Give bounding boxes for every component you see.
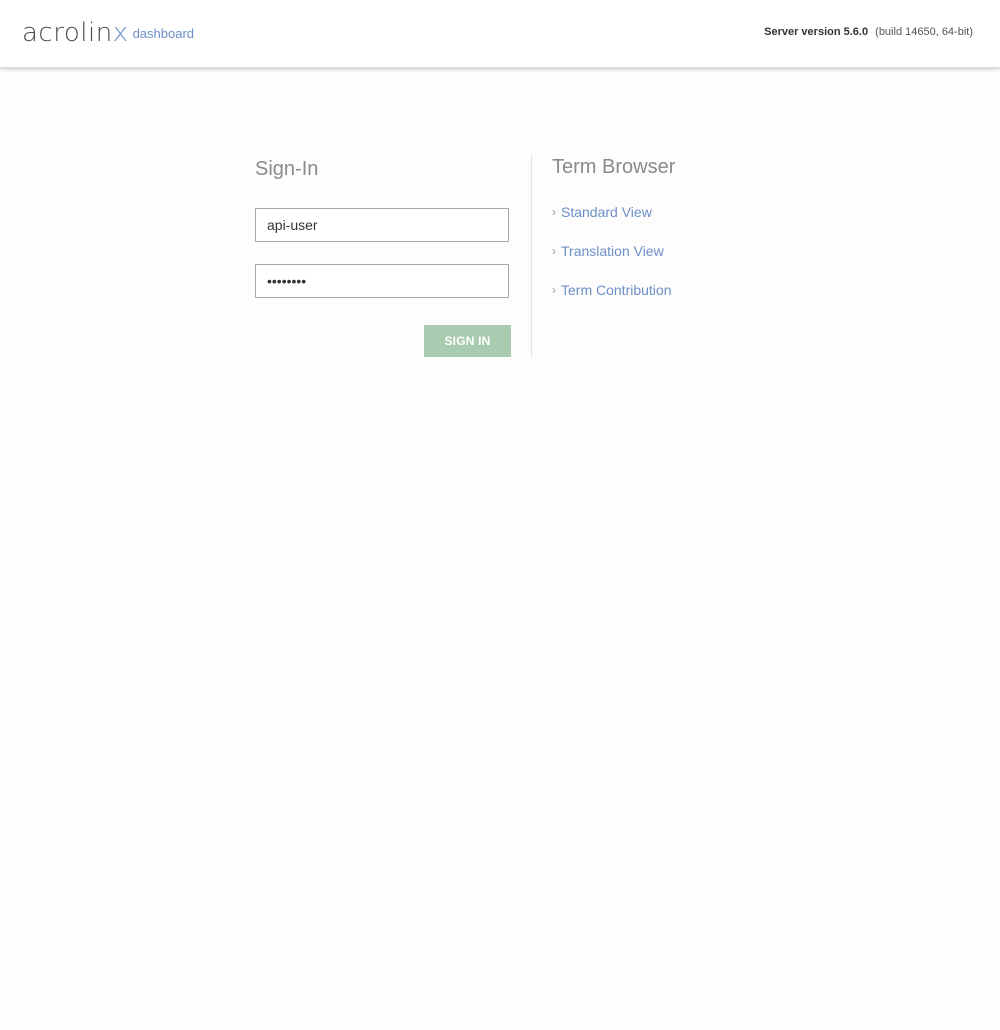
server-version-label: Server version 5.6.0: [764, 26, 869, 38]
translation-view-link[interactable]: › Translation View: [552, 243, 664, 259]
standard-view-label[interactable]: Standard View: [561, 204, 652, 220]
translation-view-label[interactable]: Translation View: [561, 243, 664, 259]
signin-panel: Sign-In SIGN IN: [255, 158, 511, 357]
username-input[interactable]: [255, 208, 509, 242]
chevron-right-icon: ›: [552, 244, 556, 258]
top-header: acrolinx dashboard Server version 5.6.0 …: [0, 0, 1000, 68]
server-version-info: Server version 5.6.0 (build 14650, 64-bi…: [764, 26, 973, 38]
logo-wordmark: acrolinx: [22, 18, 129, 48]
chevron-right-icon: ›: [552, 283, 556, 297]
term-contribution-label[interactable]: Term Contribution: [561, 282, 672, 298]
panel-divider: [531, 154, 532, 357]
term-browser-panel: Term Browser › Standard View › Translati…: [552, 156, 792, 298]
server-build-label: (build 14650, 64-bit): [875, 26, 973, 38]
acrolinx-logo[interactable]: acrolinx dashboard: [22, 19, 194, 47]
password-input[interactable]: [255, 264, 509, 298]
signin-title: Sign-In: [255, 158, 319, 180]
standard-view-link[interactable]: › Standard View: [552, 204, 652, 220]
sign-in-button[interactable]: SIGN IN: [424, 325, 511, 357]
logo-dashboard-label: dashboard: [132, 26, 195, 41]
term-contribution-link[interactable]: › Term Contribution: [552, 282, 672, 298]
chevron-right-icon: ›: [552, 205, 556, 219]
term-browser-title: Term Browser: [552, 156, 676, 178]
